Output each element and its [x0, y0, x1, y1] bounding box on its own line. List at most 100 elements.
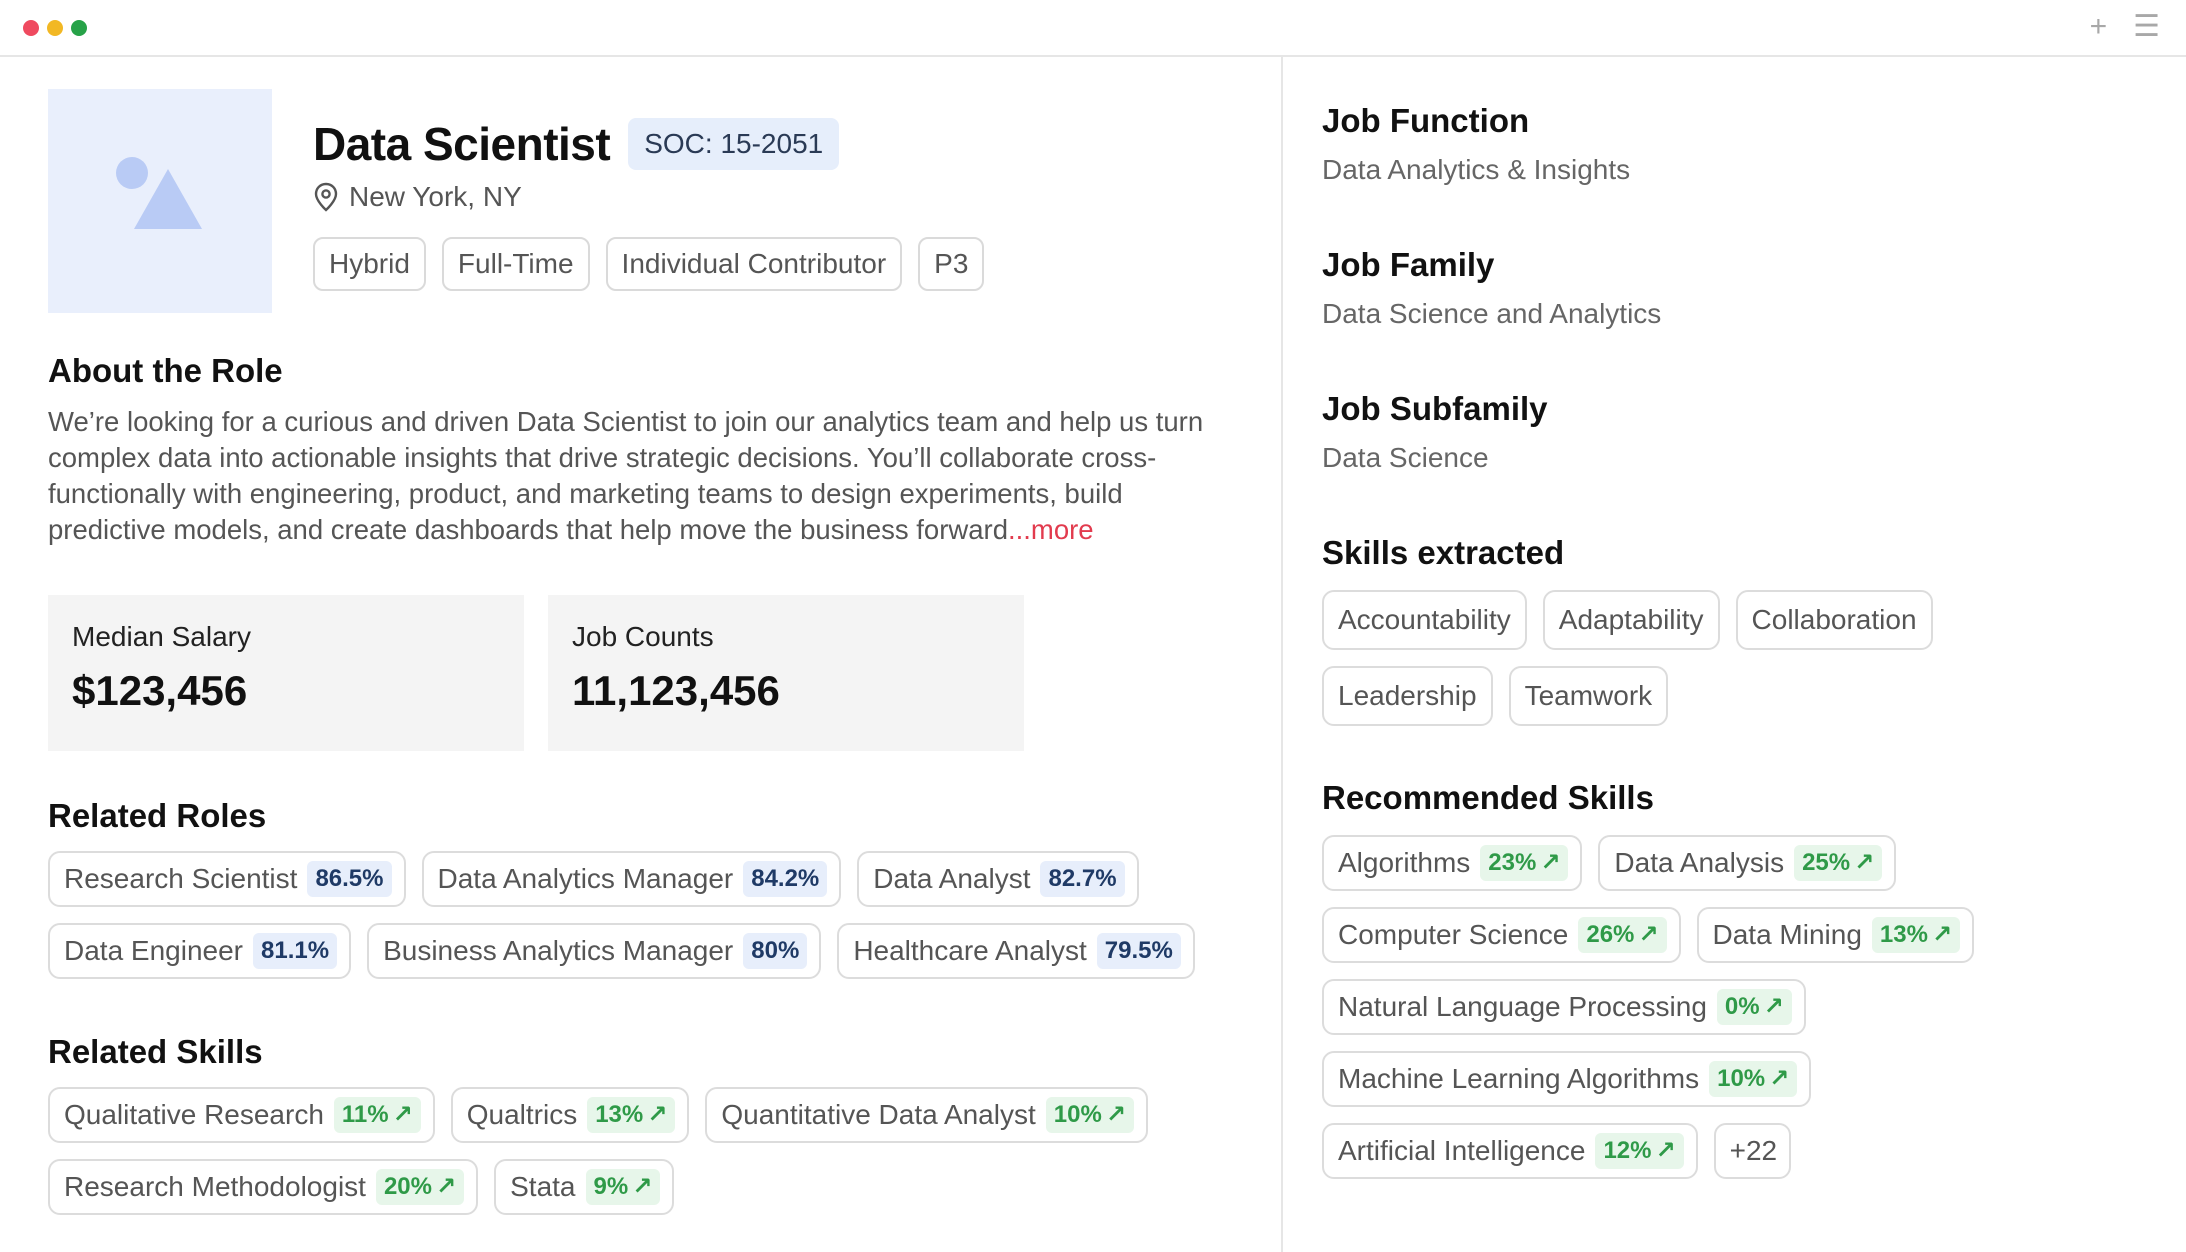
extracted-skill-chip[interactable]: Teamwork: [1508, 666, 1669, 726]
related-role-chip[interactable]: Data Analytics Manager 84.2%: [421, 851, 842, 907]
growth-value: 23%: [1488, 849, 1537, 876]
related-role-chip[interactable]: Healthcare Analyst 79.5%: [837, 923, 1195, 979]
related-skill-chip[interactable]: Stata 9% ↗: [494, 1159, 675, 1215]
related-role-chip[interactable]: Business Analytics Manager 80%: [367, 923, 822, 979]
more-skills-button[interactable]: +22: [1713, 1123, 1792, 1179]
match-badge: 84.2%: [743, 861, 828, 897]
growth-badge: 23% ↗: [1480, 845, 1569, 881]
arrow-up-right-icon: ↗: [1931, 921, 1953, 948]
growth-badge: 0% ↗: [1716, 989, 1792, 1025]
column-divider: [1281, 57, 1283, 1252]
related-role-chip[interactable]: Data Analyst 82.7%: [857, 851, 1139, 907]
job-counts-card: Job Counts 11,123,456: [548, 595, 1024, 751]
arrow-up-right-icon: ↗: [1655, 1137, 1676, 1164]
related-role-label: Healthcare Analyst: [853, 935, 1087, 966]
arrow-up-right-icon: ↗: [1540, 849, 1561, 876]
recommended-skill-chip[interactable]: Machine Learning Algorithms 10% ↗: [1322, 1051, 1812, 1107]
location-pin-icon: [314, 182, 338, 212]
growth-value: 13%: [1879, 921, 1928, 948]
growth-value: 12%: [1603, 1137, 1652, 1164]
median-salary-card: Median Salary $123,456: [48, 595, 524, 751]
related-role-label: Data Analytics Manager: [437, 863, 734, 894]
related-skill-chip[interactable]: Quantitative Data Analyst 10% ↗: [705, 1087, 1148, 1143]
growth-badge: 13% ↗: [587, 1097, 676, 1133]
related-skill-label: Stata: [510, 1171, 576, 1202]
tag-work-mode: Hybrid: [313, 237, 426, 291]
extracted-skill-chip[interactable]: Adaptability: [1542, 590, 1720, 650]
growth-value: 20%: [383, 1173, 432, 1200]
related-skill-chip[interactable]: Qualtrics 13% ↗: [450, 1087, 690, 1143]
plus-icon[interactable]: +: [2090, 10, 2108, 44]
about-section: About the Role We’re looking for a curio…: [48, 352, 1238, 548]
tag-role-type: Individual Contributor: [605, 237, 903, 291]
recommended-skill-chip[interactable]: Data Analysis 25% ↗: [1598, 835, 1897, 891]
soc-badge: SOC: 15-2051: [628, 118, 840, 170]
job-function-value: Data Analytics & Insights: [1322, 154, 1631, 185]
skills-extracted-list: Accountability Adaptability Collaboratio…: [1322, 590, 2042, 726]
job-subfamily-label: Job Subfamily: [1322, 390, 1548, 427]
arrow-up-right-icon: ↗: [436, 1173, 457, 1200]
tag-employment-type: Full-Time: [441, 237, 590, 291]
related-roles-heading: Related Roles: [48, 797, 267, 834]
related-skill-chip[interactable]: Research Methodologist 20% ↗: [48, 1159, 479, 1215]
arrow-up-right-icon: ↗: [1105, 1101, 1126, 1128]
related-role-chip[interactable]: Research Scientist 86.5%: [48, 851, 406, 907]
arrow-up-right-icon: ↗: [1854, 849, 1875, 876]
median-salary-value: $123,456: [72, 667, 248, 714]
growth-badge: 11% ↗: [333, 1097, 421, 1133]
growth-badge: 12% ↗: [1595, 1133, 1684, 1169]
arrow-up-right-icon: ↗: [1769, 1065, 1790, 1092]
related-role-label: Data Engineer: [64, 935, 244, 966]
about-heading: About the Role: [48, 352, 283, 389]
app-window: + ☰ Data Scientist SOC: 15-2051 New York…: [0, 0, 2186, 1252]
job-header: Data Scientist SOC: 15-2051 New York, NY…: [313, 117, 985, 291]
recommended-skills-list: Algorithms 23% ↗ Data Analysis 25% ↗ Compute…: [1322, 835, 2042, 1179]
related-skills-heading: Related Skills: [48, 1033, 263, 1070]
stats-row: Median Salary $123,456 Job Counts 11,123…: [48, 595, 1024, 751]
recommended-skill-chip[interactable]: Artificial Intelligence 12% ↗: [1322, 1123, 1698, 1179]
recommended-skill-chip[interactable]: Computer Science 26% ↗: [1322, 907, 1681, 963]
location-text: New York, NY: [349, 181, 522, 212]
related-role-chip[interactable]: Data Engineer 81.1%: [48, 923, 352, 979]
close-window-button[interactable]: [23, 20, 39, 36]
menu-icon[interactable]: ☰: [2133, 10, 2160, 44]
growth-value: 25%: [1802, 849, 1851, 876]
recommended-skill-label: Natural Language Processing: [1338, 991, 1707, 1022]
job-subfamily-block: Job Subfamily Data Science: [1322, 390, 1548, 474]
arrow-up-right-icon: ↗: [632, 1173, 653, 1200]
extracted-skill-chip[interactable]: Accountability: [1322, 590, 1527, 650]
related-skill-label: Qualitative Research: [64, 1099, 324, 1130]
maximize-window-button[interactable]: [71, 20, 87, 36]
related-skills-list: Qualitative Research 11% ↗ Qualtrics 13% ↗ Q…: [48, 1087, 1238, 1215]
job-family-block: Job Family Data Science and Analytics: [1322, 246, 1661, 330]
match-badge: 80%: [743, 933, 808, 969]
match-badge: 79.5%: [1096, 933, 1181, 969]
extracted-skill-chip[interactable]: Leadership: [1322, 666, 1493, 726]
job-function-label: Job Function: [1322, 102, 1530, 139]
recommended-skill-label: Algorithms: [1338, 847, 1471, 878]
related-skill-chip[interactable]: Qualitative Research 11% ↗: [48, 1087, 435, 1143]
recommended-skill-chip[interactable]: Data Mining 13% ↗: [1696, 907, 1975, 963]
growth-value: 10%: [1053, 1101, 1102, 1128]
more-link[interactable]: ...more: [1008, 514, 1094, 545]
minimize-window-button[interactable]: [47, 20, 63, 36]
growth-value: 10%: [1717, 1065, 1766, 1092]
job-family-label: Job Family: [1322, 246, 1495, 283]
recommended-skill-chip[interactable]: Natural Language Processing 0% ↗: [1322, 979, 1806, 1035]
recommended-skill-label: Computer Science: [1338, 919, 1569, 950]
about-text-block: We’re looking for a curious and driven D…: [48, 404, 1238, 548]
recommended-skill-label: Data Analysis: [1614, 847, 1785, 878]
growth-badge: 25% ↗: [1794, 845, 1883, 881]
median-salary-label: Median Salary: [72, 621, 251, 652]
growth-value: 13%: [595, 1101, 644, 1128]
image-icon: [116, 157, 202, 229]
recommended-skill-chip[interactable]: Algorithms 23% ↗: [1322, 835, 1583, 891]
growth-badge: 9% ↗: [585, 1169, 661, 1205]
related-roles-section: Related Roles Research Scientist 86.5% Da…: [48, 797, 1238, 979]
recommended-skills-label: Recommended Skills: [1322, 779, 1654, 816]
skills-extracted-block: Skills extracted Accountability Adaptabi…: [1322, 534, 2042, 726]
skills-extracted-label: Skills extracted: [1322, 534, 1565, 571]
job-function-block: Job Function Data Analytics & Insights: [1322, 102, 1630, 186]
growth-badge: 20% ↗: [375, 1169, 465, 1205]
extracted-skill-chip[interactable]: Collaboration: [1735, 590, 1933, 650]
